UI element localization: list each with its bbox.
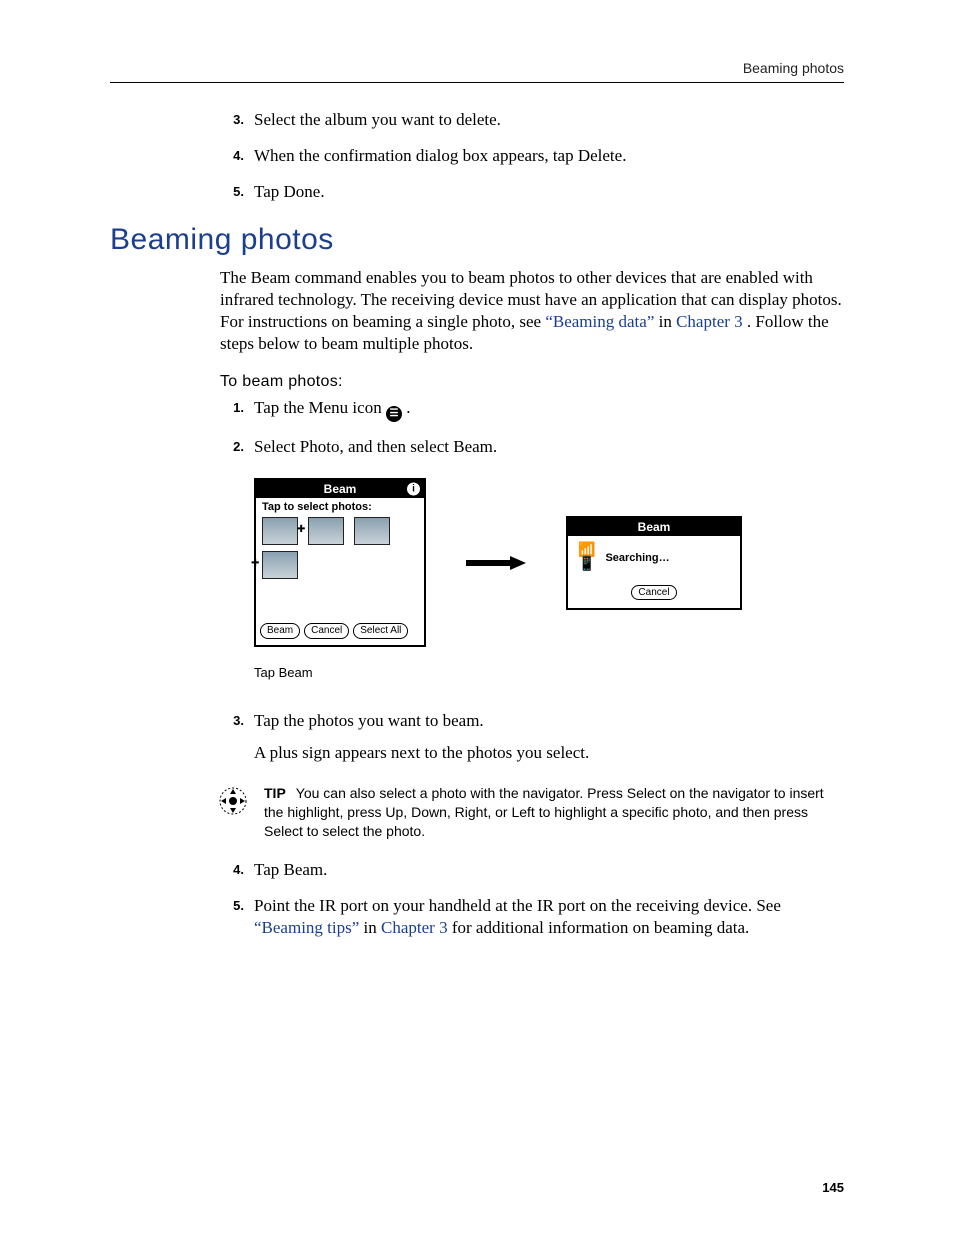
step-5: 5. Tap Done. bbox=[220, 181, 844, 203]
ordered-list-2: 3. Tap the photos you want to beam. A pl… bbox=[220, 710, 844, 764]
head-rule bbox=[110, 82, 844, 83]
step-number: 5. bbox=[220, 181, 244, 203]
arrow-icon bbox=[466, 556, 526, 570]
previous-section-steps: 3. Select the album you want to delete. … bbox=[220, 109, 844, 203]
ordered-list-3: 4. Tap Beam. 5. Point the IR port on you… bbox=[220, 859, 844, 939]
step-text: Tap the Menu icon ☰ . bbox=[254, 397, 844, 422]
step-5b: 5. Point the IR port on your handheld at… bbox=[220, 895, 844, 939]
photo-thumbnail-selected bbox=[262, 551, 298, 579]
screenshot-title: Beam bbox=[638, 520, 671, 534]
step-number: 5. bbox=[220, 895, 244, 917]
step5-mid: in bbox=[364, 918, 381, 937]
step-number: 3. bbox=[220, 109, 244, 131]
cancel-button: Cancel bbox=[631, 585, 676, 600]
tip-label: TIP bbox=[264, 785, 286, 801]
section-heading: Beaming photos bbox=[110, 223, 844, 257]
step-text: When the confirmation dialog box appears… bbox=[254, 145, 844, 167]
intro-text: in bbox=[659, 312, 676, 331]
beam-button: Beam bbox=[260, 623, 300, 639]
navigator-icon bbox=[218, 786, 248, 821]
step-4: 4. When the confirmation dialog box appe… bbox=[220, 145, 844, 167]
step-text: Select Photo, and then select Beam. bbox=[254, 436, 844, 458]
caption-text: Tap Beam bbox=[254, 665, 313, 680]
ir-beam-icon: 📶 📱 bbox=[578, 544, 595, 572]
running-head: Beaming photos bbox=[110, 60, 844, 82]
figure-row: Beam i Tap to select photos: bbox=[254, 478, 844, 647]
step-text: Select the album you want to delete. bbox=[254, 109, 844, 131]
step5-post: for additional information on beaming da… bbox=[452, 918, 749, 937]
screenshot-subtitle: Tap to select photos: bbox=[256, 498, 424, 513]
step-2: 2. Select Photo, and then select Beam. bbox=[220, 436, 844, 458]
ordered-list-prev: 3. Select the album you want to delete. … bbox=[220, 109, 844, 203]
beam-select-screenshot: Beam i Tap to select photos: bbox=[254, 478, 426, 647]
photo-thumbnail bbox=[354, 517, 390, 545]
procedure-heading: To beam photos: bbox=[220, 373, 844, 391]
step3-text: Tap the photos you want to beam. bbox=[254, 711, 484, 730]
step-number: 2. bbox=[220, 436, 244, 458]
step-number: 3. bbox=[220, 710, 244, 732]
step-3: 3. Select the album you want to delete. bbox=[220, 109, 844, 131]
figure-1-wrapper: Beam i Tap to select photos: bbox=[254, 478, 426, 647]
select-all-button: Select All bbox=[353, 623, 408, 639]
step5-pre: Point the IR port on your handheld at th… bbox=[254, 896, 781, 915]
screenshot-titlebar: Beam i bbox=[256, 480, 424, 498]
cancel-button: Cancel bbox=[304, 623, 349, 639]
chapter-3-link[interactable]: Chapter 3 bbox=[381, 918, 448, 937]
tip-block: TIPYou can also select a photo with the … bbox=[218, 784, 844, 841]
step1-post: . bbox=[406, 398, 410, 417]
page: Beaming photos 3. Select the album you w… bbox=[0, 0, 954, 1235]
tip-body: You can also select a photo with the nav… bbox=[264, 785, 824, 839]
step-text: Point the IR port on your handheld at th… bbox=[254, 895, 844, 939]
step-text: Tap Beam. bbox=[254, 859, 844, 881]
step-text: Tap the photos you want to beam. A plus … bbox=[254, 710, 844, 764]
step3-subtext: A plus sign appears next to the photos y… bbox=[254, 742, 844, 764]
beaming-data-link[interactable]: “Beaming data” bbox=[545, 312, 654, 331]
step-number: 4. bbox=[220, 145, 244, 167]
step-3b: 3. Tap the photos you want to beam. A pl… bbox=[220, 710, 844, 764]
beaming-tips-link[interactable]: “Beaming tips” bbox=[254, 918, 359, 937]
page-number: 145 bbox=[822, 1180, 844, 1195]
menu-icon: ☰ bbox=[386, 406, 402, 422]
step-number: 4. bbox=[220, 859, 244, 881]
beam-searching-screenshot: Beam 📶 📱 Searching… Cancel bbox=[566, 516, 742, 610]
thumbnail-grid bbox=[256, 513, 424, 619]
step-text: Tap Done. bbox=[254, 181, 844, 203]
step-number: 1. bbox=[220, 397, 244, 419]
info-icon: i bbox=[407, 483, 420, 496]
chapter-3-link[interactable]: Chapter 3 bbox=[676, 312, 743, 331]
screenshot-titlebar: Beam bbox=[568, 518, 740, 536]
section-body: The Beam command enables you to beam pho… bbox=[220, 267, 844, 939]
photo-thumbnail bbox=[262, 517, 298, 545]
intro-paragraph: The Beam command enables you to beam pho… bbox=[220, 267, 844, 355]
tip-text: TIPYou can also select a photo with the … bbox=[264, 784, 844, 841]
step-1: 1. Tap the Menu icon ☰ . bbox=[220, 397, 844, 422]
ordered-list-1: 1. Tap the Menu icon ☰ . 2. Select Photo… bbox=[220, 397, 844, 458]
figure-caption: Tap Beam bbox=[254, 665, 844, 680]
step-4b: 4. Tap Beam. bbox=[220, 859, 844, 881]
photo-thumbnail-selected bbox=[308, 517, 344, 545]
screenshot-button-bar: Beam Cancel Select All bbox=[256, 619, 424, 645]
step1-pre: Tap the Menu icon bbox=[254, 398, 386, 417]
status-text: Searching… bbox=[605, 552, 669, 564]
screenshot-title: Beam bbox=[324, 482, 357, 496]
